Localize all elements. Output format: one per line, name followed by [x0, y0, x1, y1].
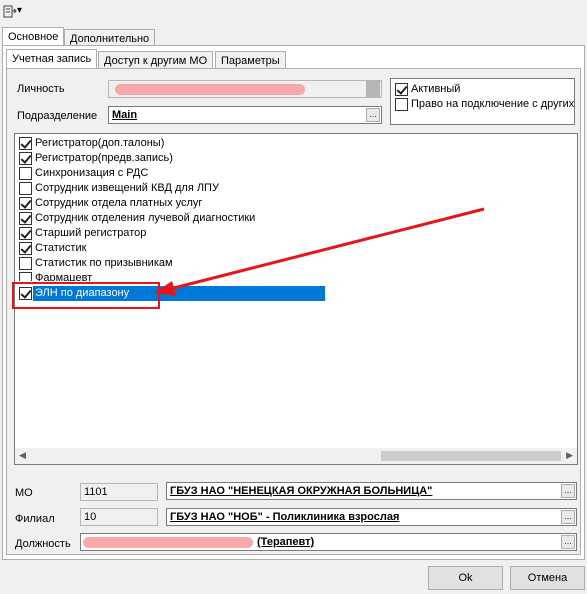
- mo-name: ГБУЗ НАО "НЕНЕЦКАЯ ОКРУЖНАЯ БОЛЬНИЦА": [170, 485, 433, 497]
- cancel-button[interactable]: Отмена: [510, 566, 585, 590]
- branch-ellipsis-button[interactable]: ...: [561, 510, 575, 524]
- mo-code-field[interactable]: 1101: [80, 483, 158, 501]
- annotation-arrow: [154, 207, 485, 296]
- position-label: Должность: [15, 538, 71, 550]
- branch-code-field[interactable]: 10: [80, 508, 158, 526]
- branch-name-field[interactable]: ГБУЗ НАО "НОБ" - Поликлиника взрослая: [166, 508, 577, 526]
- mo-code: 1101: [84, 486, 108, 498]
- branch-name: ГБУЗ НАО "НОБ" - Поликлиника взрослая: [170, 511, 400, 523]
- ok-button[interactable]: Ok: [428, 566, 503, 590]
- mo-ellipsis-button[interactable]: ...: [561, 484, 575, 498]
- redacted-position: [83, 537, 253, 548]
- position-value: (Терапевт): [257, 536, 315, 548]
- position-field[interactable]: (Терапевт): [80, 533, 577, 551]
- position-ellipsis-button[interactable]: ...: [561, 535, 575, 549]
- mo-label: МО: [15, 487, 33, 499]
- branch-label: Филиал: [15, 513, 55, 525]
- mo-name-field[interactable]: ГБУЗ НАО "НЕНЕЦКАЯ ОКРУЖНАЯ БОЛЬНИЦА": [166, 482, 577, 500]
- branch-code: 10: [84, 511, 97, 523]
